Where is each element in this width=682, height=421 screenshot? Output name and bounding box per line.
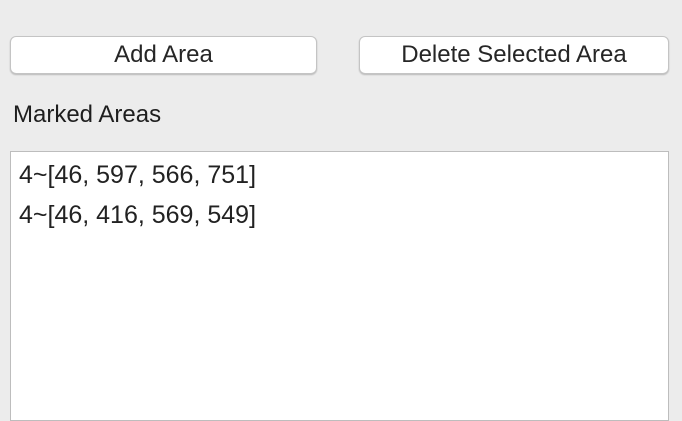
marked-areas-label: Marked Areas: [13, 101, 162, 128]
marked-areas-list[interactable]: 4~[46, 597, 566, 751] 4~[46, 416, 569, 5…: [10, 151, 669, 421]
delete-selected-area-button[interactable]: Delete Selected Area: [359, 36, 669, 74]
list-item[interactable]: 4~[46, 416, 569, 549]: [19, 199, 256, 231]
add-area-button[interactable]: Add Area: [10, 36, 317, 74]
list-item[interactable]: 4~[46, 597, 566, 751]: [19, 159, 256, 191]
